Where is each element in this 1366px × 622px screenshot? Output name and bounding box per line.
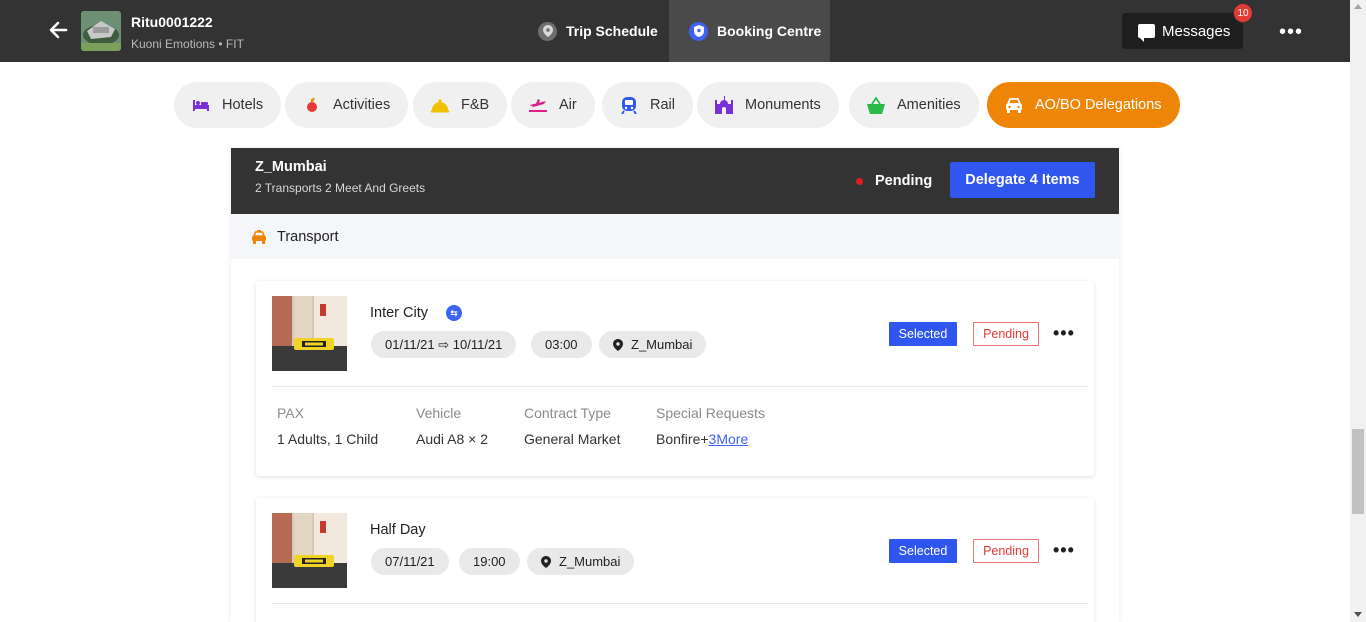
- location-pin-icon: [613, 338, 623, 351]
- category-rail[interactable]: Rail: [602, 82, 693, 128]
- category-label: Monuments: [745, 97, 821, 113]
- location-label: Z_Mumbai: [559, 554, 621, 569]
- basket-icon: [867, 96, 885, 114]
- messages-label: Messages: [1162, 22, 1231, 40]
- panel-title: Z_Mumbai: [255, 159, 327, 175]
- train-icon: [620, 96, 638, 114]
- taxi-thumbnail: [272, 513, 347, 588]
- pax-value: 1 Adults, 1 Child: [277, 431, 379, 447]
- scroll-down-arrow-icon[interactable]: [1354, 612, 1362, 617]
- category-label: Rail: [650, 97, 675, 113]
- top-bar: Ritu0001222 Kuoni Emotions • FIT Trip Sc…: [0, 0, 1350, 62]
- messages-count-badge: 10: [1233, 3, 1253, 23]
- panel-subtitle: 2 Transports 2 Meet And Greets: [255, 181, 426, 195]
- category-label: Amenities: [897, 97, 961, 113]
- chat-icon: [1138, 24, 1155, 42]
- back-arrow-icon[interactable]: [46, 18, 70, 42]
- info-icon[interactable]: ⇆: [446, 305, 462, 321]
- transport-card[interactable]: Inter City ⇆ 01/11/21 ⇨ 10/11/21 03:00 Z…: [256, 281, 1094, 476]
- transport-section-header: Transport: [231, 214, 1119, 259]
- card-more-options-icon[interactable]: •••: [1053, 541, 1075, 559]
- panel-header: Z_Mumbai 2 Transports 2 Meet And Greets …: [231, 148, 1119, 214]
- category-label: Hotels: [222, 97, 264, 113]
- taxi-thumbnail: [272, 296, 347, 371]
- location-pin-icon: [541, 555, 551, 568]
- cloche-icon: [431, 96, 449, 114]
- shield-icon: [689, 21, 708, 41]
- category-air[interactable]: Air: [511, 82, 595, 128]
- special-requests-label: Special Requests: [656, 405, 765, 421]
- car-icon: [1005, 96, 1023, 114]
- tab-label: Trip Schedule: [566, 23, 658, 39]
- category-monuments[interactable]: Monuments: [697, 82, 839, 128]
- selected-badge: Selected: [889, 539, 957, 563]
- card-divider: [272, 386, 1088, 387]
- category-label: AO/BO Delegations: [1035, 97, 1162, 113]
- scroll-up-arrow-icon[interactable]: [1354, 4, 1362, 9]
- bed-icon: [192, 96, 210, 114]
- location-label: Z_Mumbai: [631, 337, 693, 352]
- tab-label: Booking Centre: [717, 23, 822, 39]
- panel-status: Pending: [856, 173, 932, 189]
- messages-button[interactable]: Messages: [1122, 13, 1243, 49]
- category-label: Air: [559, 97, 577, 113]
- contract-type-label: Contract Type: [524, 405, 611, 421]
- delegate-items-button[interactable]: Delegate 4 Items: [950, 162, 1095, 198]
- page-scrollbar[interactable]: [1350, 0, 1366, 622]
- category-fnb[interactable]: F&B: [413, 82, 508, 128]
- tab-trip-schedule[interactable]: Trip Schedule: [538, 0, 658, 62]
- card-divider: [272, 603, 1088, 604]
- time-chip: 03:00: [531, 331, 592, 358]
- card-more-options-icon[interactable]: •••: [1053, 324, 1075, 342]
- date-chip: 01/11/21 ⇨ 10/11/21: [371, 331, 517, 358]
- pax-label: PAX: [277, 405, 304, 421]
- more-options-icon[interactable]: •••: [1279, 22, 1303, 42]
- card-title: Half Day: [370, 522, 426, 538]
- date-chip: 07/11/21: [371, 548, 449, 575]
- vehicle-label: Vehicle: [416, 405, 462, 421]
- special-requests-text: Bonfire+: [656, 431, 709, 447]
- activity-icon: [303, 96, 321, 114]
- panel-status-label: Pending: [875, 173, 933, 189]
- card-title: Inter City: [370, 305, 429, 321]
- pending-status-badge: Pending: [973, 322, 1039, 346]
- special-requests-value: Bonfire+3More: [656, 431, 748, 447]
- selected-badge: Selected: [889, 322, 957, 346]
- location-chip: Z_Mumbai: [527, 548, 635, 575]
- category-label: Activities: [333, 97, 391, 113]
- trip-name: Ritu0001222: [131, 14, 213, 30]
- category-activities[interactable]: Activities: [285, 82, 409, 128]
- category-amenities[interactable]: Amenities: [849, 82, 979, 128]
- section-label: Transport: [277, 228, 339, 245]
- scrollbar-thumb[interactable]: [1352, 429, 1364, 514]
- show-more-requests-link[interactable]: 3More: [709, 431, 749, 447]
- location-pin-icon: [538, 21, 557, 41]
- trip-subtitle: Kuoni Emotions • FIT: [131, 37, 244, 51]
- tab-booking-centre[interactable]: Booking Centre: [669, 0, 830, 62]
- status-dot-icon: [856, 177, 863, 185]
- time-chip: 19:00: [459, 548, 520, 575]
- monument-icon: [715, 96, 733, 114]
- category-label: F&B: [461, 97, 490, 113]
- location-chip: Z_Mumbai: [599, 331, 707, 358]
- category-ao-bo-delegations[interactable]: AO/BO Delegations: [987, 82, 1180, 128]
- vehicle-value: Audi A8 × 2: [416, 431, 489, 447]
- plane-icon: [529, 96, 547, 114]
- contract-type-value: General Market: [524, 431, 621, 447]
- pending-status-badge: Pending: [973, 539, 1039, 563]
- category-hotels[interactable]: Hotels: [174, 82, 282, 128]
- taxi-icon: [252, 229, 266, 244]
- trip-avatar: [81, 11, 121, 51]
- transport-card[interactable]: Half Day 07/11/21 19:00 Z_Mumbai Selecte…: [256, 498, 1094, 622]
